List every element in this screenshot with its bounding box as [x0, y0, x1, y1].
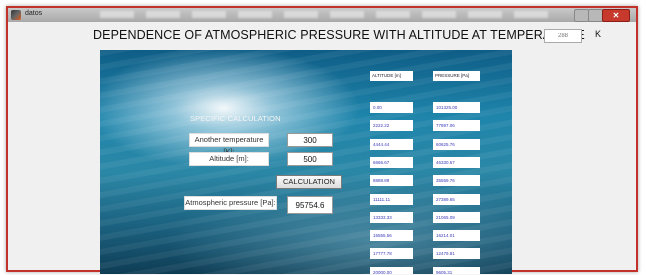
another-temperature-input[interactable] [287, 133, 333, 147]
altitude-cell: 8888.89 [370, 175, 413, 187]
app-icon [11, 10, 21, 20]
title-bar: datos ✕ [8, 8, 636, 22]
pressure-column-header: PRESSURE [Pa] [433, 71, 480, 81]
pressure-cell: 35559.76 [433, 175, 480, 187]
pressure-cell: 21065.09 [433, 211, 480, 223]
altitude-cell: 13333.33 [370, 211, 413, 223]
altitude-cell: 20000.00 [370, 266, 413, 274]
pressure-cell: 12479.81 [433, 248, 480, 260]
altitude-cell: 17777.78 [370, 248, 413, 260]
close-button[interactable]: ✕ [602, 9, 630, 22]
altitude-label: Altitude [m]: [189, 152, 269, 166]
ocean-background-panel: SPECIFIC CALCULATION Another temperature… [100, 50, 512, 274]
altitude-cell: 6666.67 [370, 156, 413, 168]
calculation-title: SPECIFIC CALCULATION [190, 114, 281, 123]
calculation-button[interactable]: CALCULATION [276, 175, 342, 189]
pressure-cell: 77897.06 [433, 120, 480, 132]
pressure-cell: 101325.00 [433, 102, 480, 113]
close-icon: ✕ [612, 11, 620, 20]
altitude-cell: 11111.11 [370, 193, 413, 205]
altitude-cell: 0.00 [370, 102, 413, 113]
pressure-cell: 60625.76 [433, 138, 480, 150]
pressure-cell: 9605.31 [433, 266, 480, 274]
altitude-cell: 4444.44 [370, 138, 413, 150]
pressure-output [287, 196, 333, 214]
app-window: datos ✕ DEPENDENCE OF ATMOSPHERIC PRESSU… [6, 6, 638, 274]
temperature-input[interactable] [544, 29, 582, 43]
maximize-button[interactable] [588, 9, 603, 22]
temperature-unit: K [595, 29, 602, 39]
pressure-cell: 46330.67 [433, 156, 480, 168]
altitude-input[interactable] [287, 152, 333, 166]
pressure-label: Atmospheric pressure [Pa]: [184, 196, 277, 210]
page-title: DEPENDENCE OF ATMOSPHERIC PRESSURE WITH … [93, 28, 585, 42]
pressure-cell: 16214.01 [433, 230, 480, 242]
window-title: datos [25, 10, 43, 17]
minimize-button[interactable] [574, 9, 589, 22]
blurred-menu [100, 11, 560, 18]
temperature-label: Another temperature [K]: [189, 133, 269, 156]
altitude-column-header: ALTITUDE [m] [370, 71, 413, 81]
altitude-cell: 2222.22 [370, 120, 413, 132]
pressure-cell: 27389.65 [433, 193, 480, 205]
altitude-cell: 15555.56 [370, 230, 413, 242]
